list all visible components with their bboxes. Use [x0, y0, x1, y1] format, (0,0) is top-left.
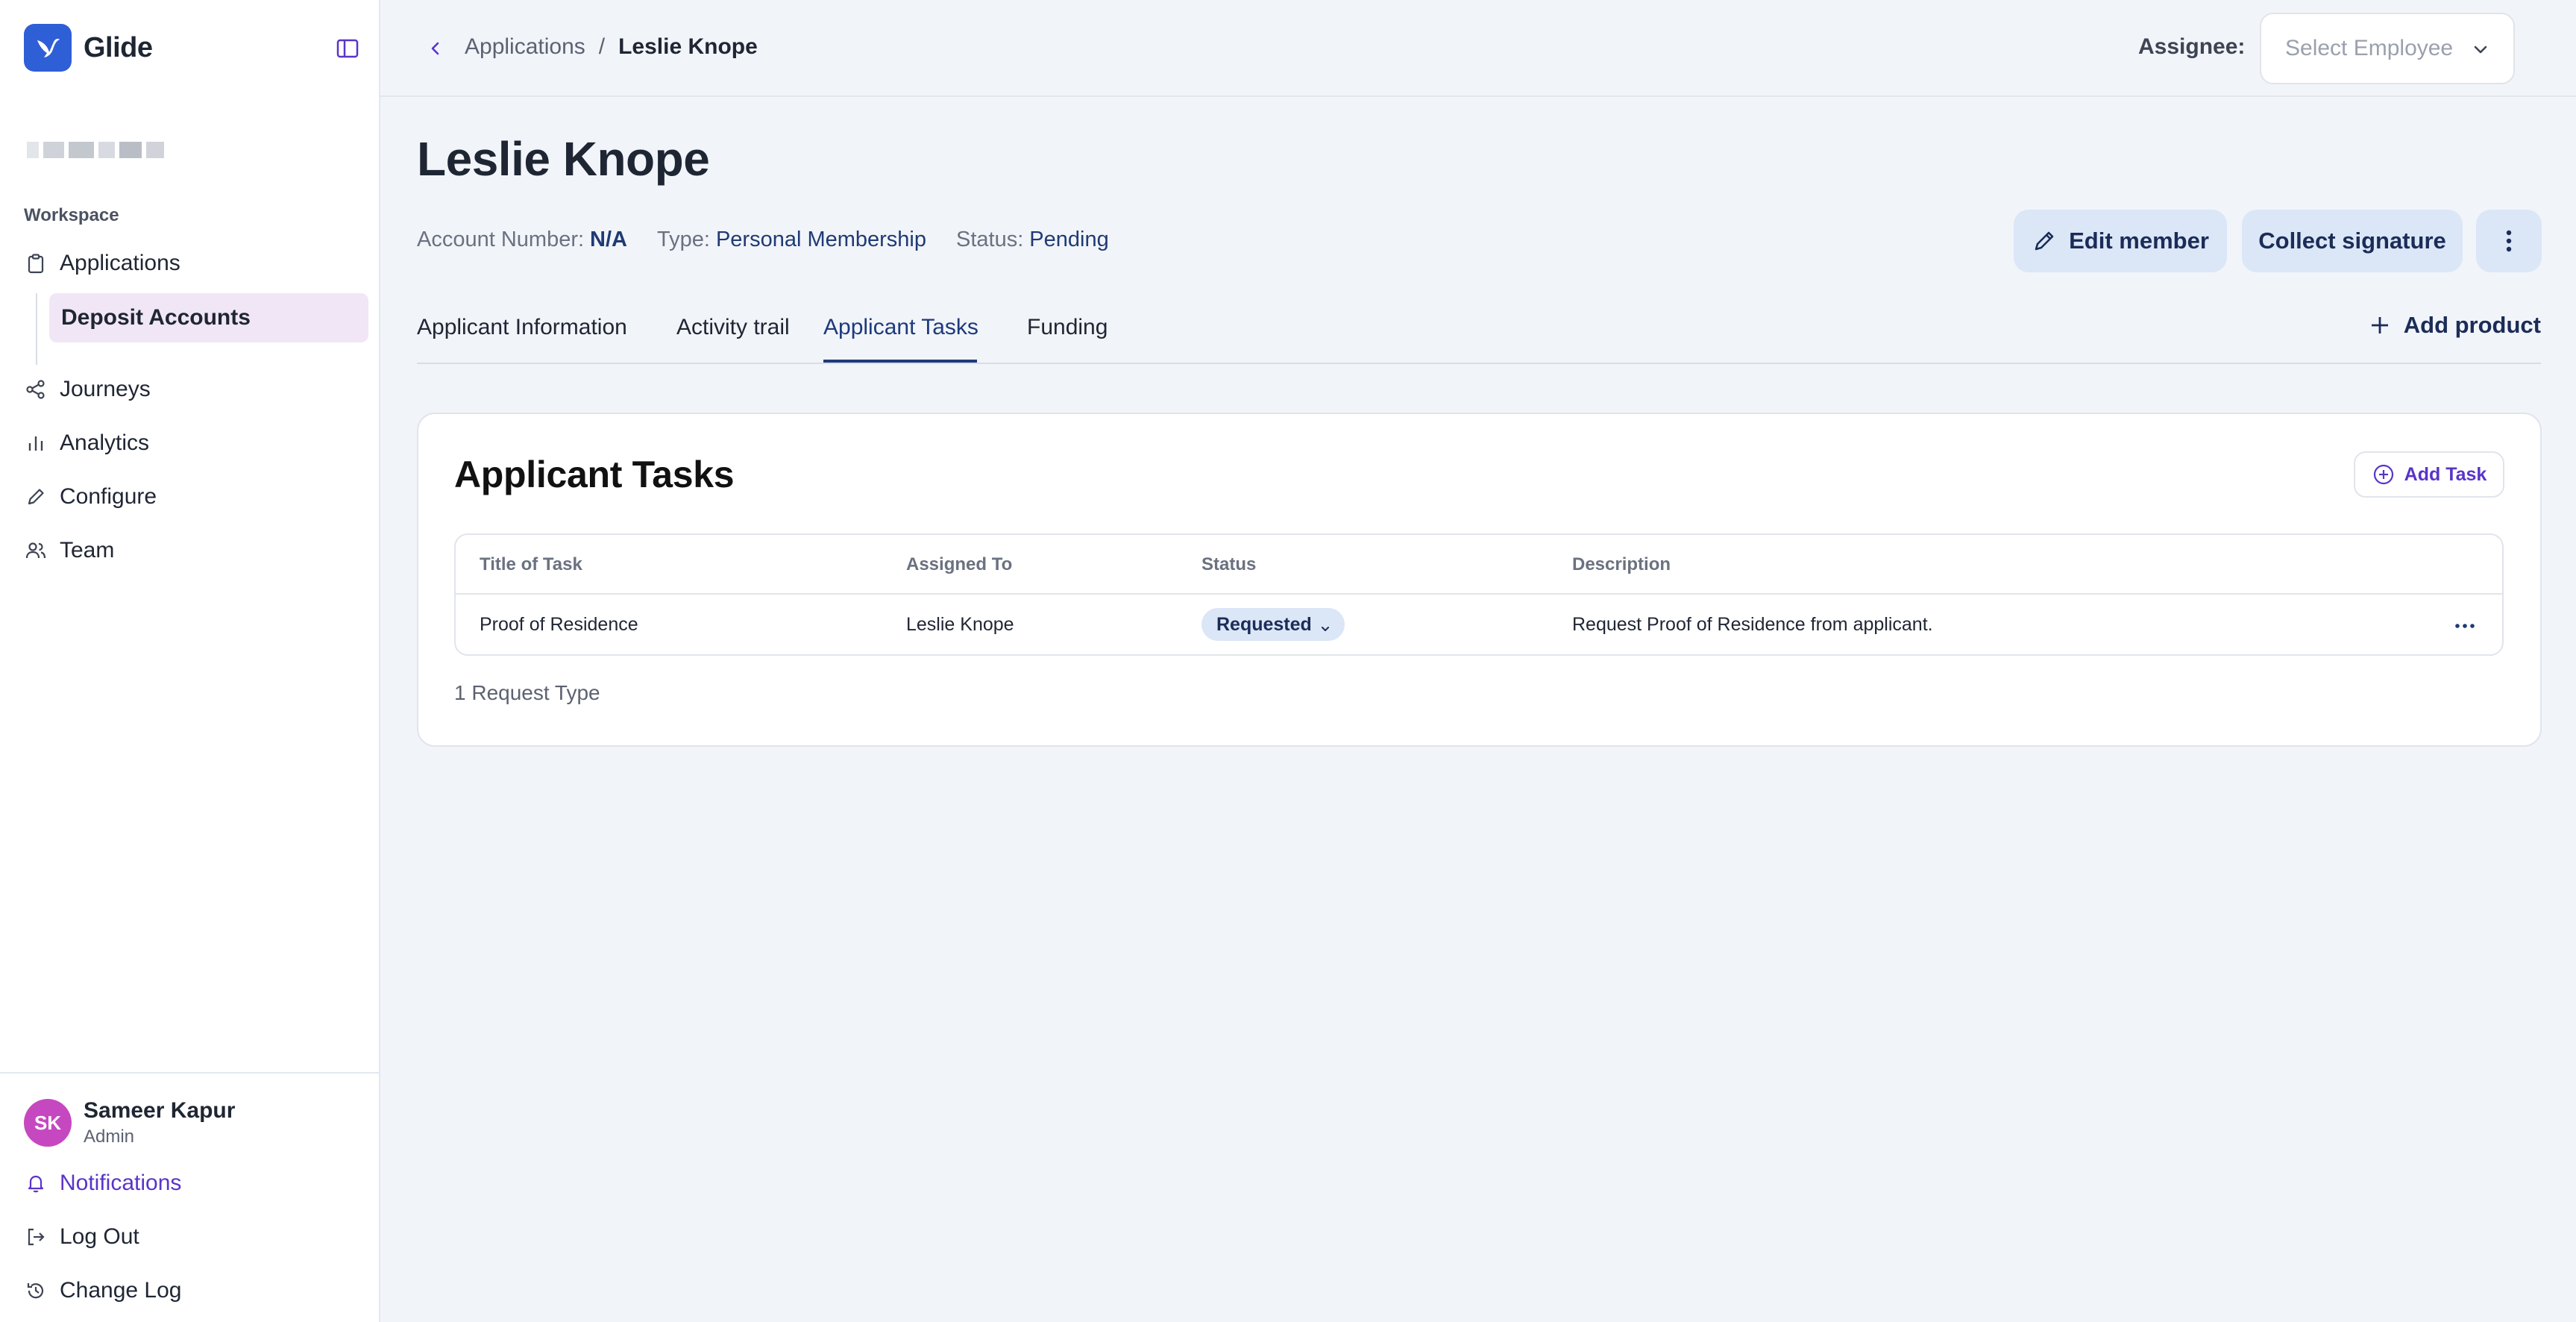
active-tab-indicator [823, 360, 977, 363]
add-task-label: Add Task [2404, 463, 2487, 485]
more-actions-button[interactable] [2476, 210, 2542, 272]
card-title: Applicant Tasks [454, 454, 735, 495]
sidebar-item-applications[interactable]: Applications [24, 245, 180, 282]
avatar: SK [24, 1099, 72, 1147]
breadcrumb-current: Leslie Knope [618, 34, 758, 59]
logout-icon [24, 1225, 48, 1249]
plus-icon [2368, 313, 2392, 337]
user-role: Admin [84, 1127, 135, 1147]
collect-signature-label: Collect signature [2258, 228, 2446, 254]
breadcrumb-applications[interactable]: Applications [465, 34, 585, 60]
applicant-tasks-card: Applicant Tasks Add Task Title of Task A… [417, 413, 2542, 747]
assignee-label: Assignee: [2138, 34, 2246, 59]
sidebar-subnav: Deposit Accounts [36, 293, 368, 365]
changelog-link[interactable]: Change Log [24, 1278, 181, 1303]
brand-name: Glide [84, 31, 153, 63]
sidebar-item-team[interactable]: Team [24, 532, 114, 569]
sidebar: Glide Workspace Applications Deposit Acc… [0, 0, 380, 1322]
account-number-label: Account Number: [417, 228, 585, 251]
account-number-value: N/A [590, 228, 627, 251]
sidebar-item-label: Analytics [60, 430, 150, 455]
topbar: Applications / Leslie Knope Assignee: Se… [380, 0, 2576, 97]
user-name: Sameer Kapur [84, 1098, 236, 1123]
edit-member-button[interactable]: Edit member [2014, 210, 2227, 272]
assignee-select[interactable]: Select Employee [2260, 13, 2515, 84]
history-icon [24, 1279, 48, 1303]
sidebar-item-label: Deposit Accounts [61, 305, 251, 330]
logout-label: Log Out [60, 1224, 139, 1249]
status-badge[interactable]: Requested [1201, 608, 1345, 641]
pencil-icon [24, 485, 48, 509]
sidebar-item-deposit-accounts[interactable]: Deposit Accounts [49, 293, 368, 342]
column-header-description[interactable]: Description [1572, 554, 1671, 575]
breadcrumb: Applications / Leslie Knope [465, 34, 758, 60]
tabs: Applicant Information Activity trail App… [417, 298, 2541, 364]
tab-funding[interactable]: Funding [1027, 315, 1108, 340]
logout-link[interactable]: Log Out [24, 1224, 139, 1250]
type-value: Personal Membership [715, 228, 927, 251]
notifications-link[interactable]: Notifications [24, 1171, 181, 1196]
sidebar-item-label: Journeys [60, 377, 151, 401]
organization-logo [27, 140, 169, 160]
column-header-status[interactable]: Status [1201, 554, 1256, 575]
clipboard-icon [24, 251, 48, 275]
edit-member-label: Edit member [2069, 228, 2209, 254]
collect-signature-button[interactable]: Collect signature [2242, 210, 2463, 272]
vertical-dots-icon [2506, 230, 2512, 252]
chevron-down-icon [2470, 40, 2491, 60]
status-badge-label: Requested [1216, 613, 1312, 635]
workspace-section-label: Workspace [24, 205, 119, 225]
bar-chart-icon [24, 431, 48, 455]
task-assignee: Leslie Knope [906, 614, 1014, 635]
tasks-table: Title of Task Assigned To Status Descrip… [454, 533, 2504, 656]
chevron-down-icon [1319, 618, 1331, 631]
column-header-title[interactable]: Title of Task [480, 554, 582, 575]
notifications-label: Notifications [60, 1171, 182, 1195]
tab-applicant-tasks[interactable]: Applicant Tasks [823, 315, 978, 340]
sidebar-item-journeys[interactable]: Journeys [24, 371, 151, 408]
pencil-icon [2032, 228, 2057, 254]
share-nodes-icon [24, 378, 48, 401]
sidebar-item-analytics[interactable]: Analytics [24, 425, 149, 462]
brand[interactable]: Glide [24, 24, 153, 72]
sidebar-item-label: Configure [60, 484, 157, 509]
task-description: Request Proof of Residence from applican… [1572, 614, 1933, 635]
add-task-button[interactable]: Add Task [2354, 451, 2504, 498]
subnav-divider [36, 293, 37, 365]
member-meta: Account Number: N/A Type: Personal Membe… [417, 228, 1139, 252]
page-title: Leslie Knope [417, 132, 710, 186]
back-chevron-icon[interactable] [421, 36, 451, 61]
status-label: Status: [956, 228, 1024, 251]
add-product-label: Add product [2403, 312, 2541, 338]
status-value: Pending [1029, 228, 1109, 251]
sidebar-footer: SK Sameer Kapur Admin Notifications Log … [0, 1072, 379, 1322]
table-header: Title of Task Assigned To Status Descrip… [456, 535, 2502, 595]
request-type-count: 1 Request Type [454, 681, 600, 704]
type-label: Type: [657, 228, 710, 251]
tab-activity-trail[interactable]: Activity trail [676, 315, 790, 340]
sidebar-item-label: Team [60, 538, 115, 563]
table-row[interactable]: Proof of Residence Leslie Knope Requeste… [456, 595, 2502, 654]
column-header-assigned-to[interactable]: Assigned To [906, 554, 1012, 575]
tab-applicant-information[interactable]: Applicant Information [417, 315, 627, 340]
bell-icon [24, 1171, 48, 1195]
sidebar-toggle-icon[interactable] [336, 37, 359, 60]
row-actions-icon[interactable] [2451, 613, 2478, 639]
add-product-button[interactable]: Add product [2368, 312, 2541, 339]
glide-logo-icon [24, 24, 72, 72]
user-profile[interactable]: SK Sameer Kapur Admin [24, 1098, 235, 1147]
sidebar-item-configure[interactable]: Configure [24, 478, 157, 516]
assignee-placeholder: Select Employee [2285, 36, 2454, 60]
users-icon [24, 539, 48, 563]
changelog-label: Change Log [60, 1278, 182, 1303]
sidebar-item-label: Applications [60, 251, 180, 275]
main-content: Applications / Leslie Knope Assignee: Se… [380, 0, 2576, 1322]
task-title: Proof of Residence [480, 614, 638, 635]
plus-circle-icon [2372, 463, 2396, 486]
breadcrumb-separator: / [598, 34, 606, 59]
